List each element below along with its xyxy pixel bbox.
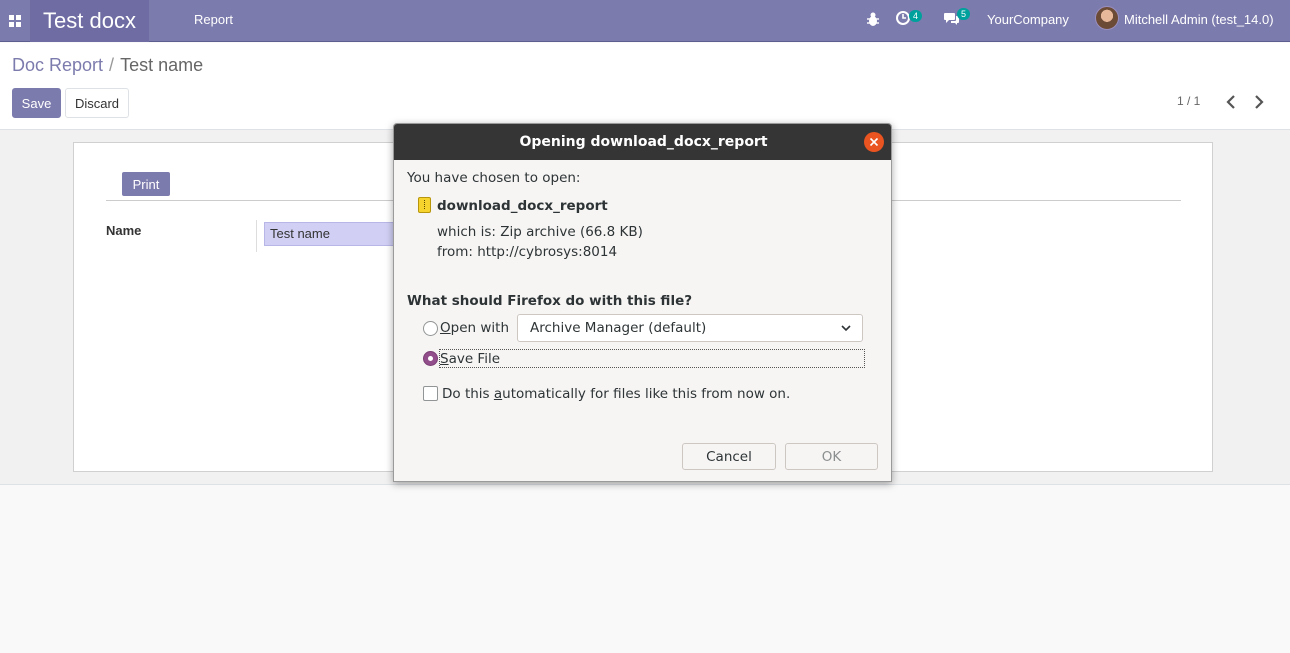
control-panel: Doc Report / Test name Save Discard 1 / 1 [0,43,1290,130]
open-with-radio[interactable] [423,321,438,336]
close-icon [869,137,879,147]
pager-previous-icon[interactable] [1225,95,1237,109]
apps-menu-button[interactable] [0,0,30,42]
chevron-down-icon [841,325,851,332]
breadcrumb-parent[interactable]: Doc Report [12,55,103,75]
file-name: download_docx_report [437,198,608,214]
open-with-label[interactable]: Open with [440,320,509,336]
file-type: which is: Zip archive (66.8 KB) [437,224,643,240]
pager-value[interactable]: 1 / 1 [1177,94,1200,108]
chosen-text: You have chosen to open: [407,170,581,186]
zip-file-icon [418,197,431,213]
pager-next-icon[interactable] [1253,95,1265,109]
apps-grid-icon [9,15,21,27]
breadcrumb: Doc Report / Test name [12,55,203,76]
field-divider [256,220,257,252]
auto-action-checkbox[interactable] [423,386,438,401]
dialog-title: Opening download_docx_report [394,124,891,160]
save-file-label[interactable]: Save File [440,351,500,367]
message-count-badge: 5 [957,8,971,20]
company-switcher[interactable]: YourCompany [987,12,1069,27]
name-label: Name [106,223,142,238]
app-title[interactable]: Test docx [30,0,149,42]
save-file-radio[interactable] [423,351,438,366]
print-button[interactable]: Print [122,172,170,196]
cancel-button[interactable]: Cancel [682,443,776,470]
save-file-focus-ring [439,349,865,368]
download-dialog: Opening download_docx_report You have ch… [393,123,892,482]
user-avatar[interactable] [1095,6,1119,30]
discard-button[interactable]: Discard [65,88,129,118]
close-button[interactable] [864,132,884,152]
user-menu[interactable]: Mitchell Admin (test_14.0) [1124,12,1274,27]
menu-report[interactable]: Report [194,12,233,27]
auto-action-label[interactable]: Do this automatically for files like thi… [442,386,790,402]
breadcrumb-current: Test name [120,55,204,75]
save-button[interactable]: Save [12,88,61,118]
open-with-app-select[interactable]: Archive Manager (default) [517,314,863,342]
file-source: from: http://cybrosys:8014 [437,244,618,260]
ok-button[interactable]: OK [785,443,878,470]
action-question: What should Firefox do with this file? [407,293,693,309]
breadcrumb-separator: / [109,55,115,75]
top-navbar: Test docx Report 4 5 YourCompany Mitchel… [0,0,1290,42]
open-with-app-value: Archive Manager (default) [530,320,707,336]
bug-icon[interactable] [866,11,880,27]
activity-count-badge: 4 [909,10,923,22]
